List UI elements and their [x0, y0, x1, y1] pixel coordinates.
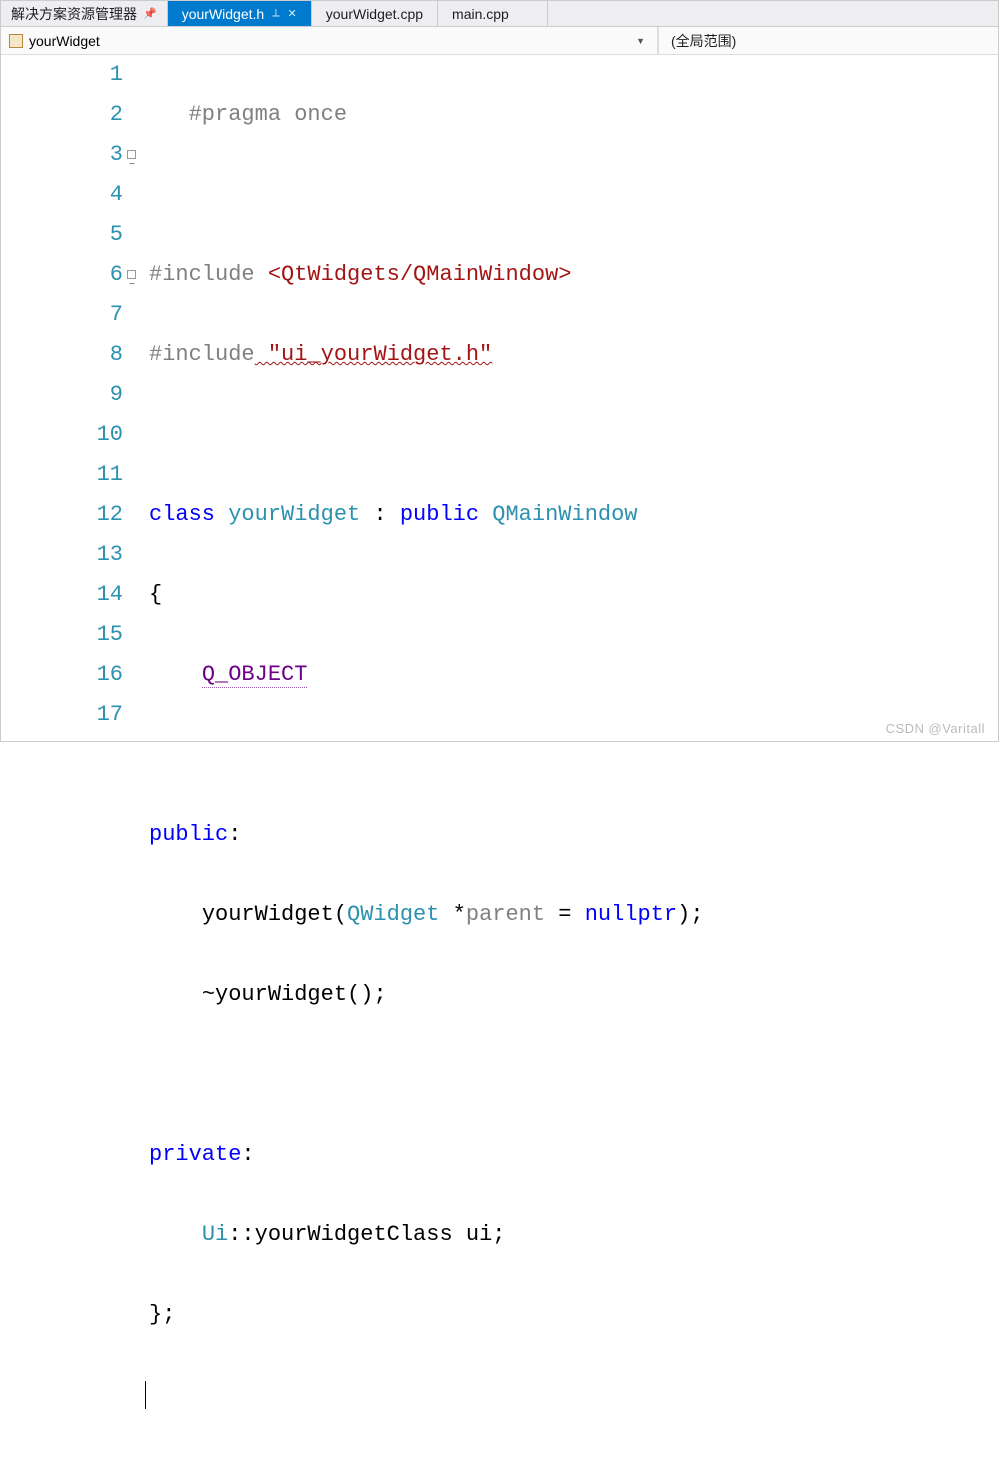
watermark: CSDN @Varitall: [886, 721, 985, 736]
line-number: 3: [1, 135, 123, 175]
code-line: ~yourWidget();: [149, 975, 998, 1015]
solution-explorer-tab[interactable]: 解决方案资源管理器 📌: [1, 1, 168, 26]
code-line: public:: [149, 815, 998, 855]
line-number: 14: [1, 575, 123, 615]
scope-selector-left[interactable]: yourWidget ▼: [1, 27, 658, 54]
tab-label: main.cpp: [452, 6, 509, 22]
fold-toggle-icon[interactable]: [127, 150, 136, 159]
line-number: 15: [1, 615, 123, 655]
code-line: {: [149, 575, 998, 615]
line-number: 6: [1, 255, 123, 295]
solution-explorer-label: 解决方案资源管理器: [11, 4, 137, 24]
code-line: [149, 735, 998, 775]
tab-label: yourWidget.h: [182, 6, 264, 22]
code-content[interactable]: #pragma once #include <QtWidgets/QMainWi…: [141, 55, 998, 741]
code-line: [149, 1375, 998, 1415]
tab-main-cpp[interactable]: main.cpp: [438, 1, 548, 26]
line-number: 17: [1, 695, 123, 735]
tab-yourwidget-h[interactable]: yourWidget.h ⟂ ✕: [168, 1, 312, 26]
pin-icon[interactable]: ⟂: [272, 7, 279, 20]
code-line: #include <QtWidgets/QMainWindow>: [149, 255, 998, 295]
line-number: 4: [1, 175, 123, 215]
code-line: [149, 1055, 998, 1095]
code-line: Ui::yourWidgetClass ui;: [149, 1215, 998, 1255]
code-line: Q_OBJECT: [149, 655, 998, 695]
code-line: [149, 175, 998, 215]
close-icon[interactable]: ✕: [288, 7, 297, 20]
fold-toggle-icon[interactable]: [127, 270, 136, 279]
chevron-down-icon: ▼: [636, 36, 649, 46]
line-number: 11: [1, 455, 123, 495]
tab-yourwidget-cpp[interactable]: yourWidget.cpp: [312, 1, 438, 26]
line-number: 8: [1, 335, 123, 375]
scope-selector-right[interactable]: (全局范围): [658, 27, 998, 54]
code-line: #include "ui_yourWidget.h": [149, 335, 998, 375]
line-number: 7: [1, 295, 123, 335]
line-number: 2: [1, 95, 123, 135]
line-number: 10: [1, 415, 123, 455]
pin-icon[interactable]: 📌: [143, 7, 157, 20]
line-number-gutter: 1 2 3 4 5 6 7 8 9 10 11 12 13 14 15 16 1…: [1, 55, 141, 741]
scope-right-label: (全局范围): [671, 31, 736, 51]
line-number: 5: [1, 215, 123, 255]
code-line: [149, 415, 998, 455]
scope-left-label: yourWidget: [29, 33, 100, 49]
tab-label: yourWidget.cpp: [326, 6, 423, 22]
tab-row: 解决方案资源管理器 📌 yourWidget.h ⟂ ✕ yourWidget.…: [1, 1, 998, 27]
code-line: class yourWidget : public QMainWindow: [149, 495, 998, 535]
line-number: 9: [1, 375, 123, 415]
line-number: 12: [1, 495, 123, 535]
line-number: 13: [1, 535, 123, 575]
code-line: };: [149, 1295, 998, 1335]
code-line: private:: [149, 1135, 998, 1175]
line-number: 16: [1, 655, 123, 695]
line-number: 1: [1, 55, 123, 95]
code-line: #pragma once: [149, 95, 998, 135]
class-icon: [9, 34, 23, 48]
navigation-bar: yourWidget ▼ (全局范围): [1, 27, 998, 55]
code-editor[interactable]: 1 2 3 4 5 6 7 8 9 10 11 12 13 14 15 16 1…: [1, 55, 998, 741]
code-line: yourWidget(QWidget *parent = nullptr);: [149, 895, 998, 935]
